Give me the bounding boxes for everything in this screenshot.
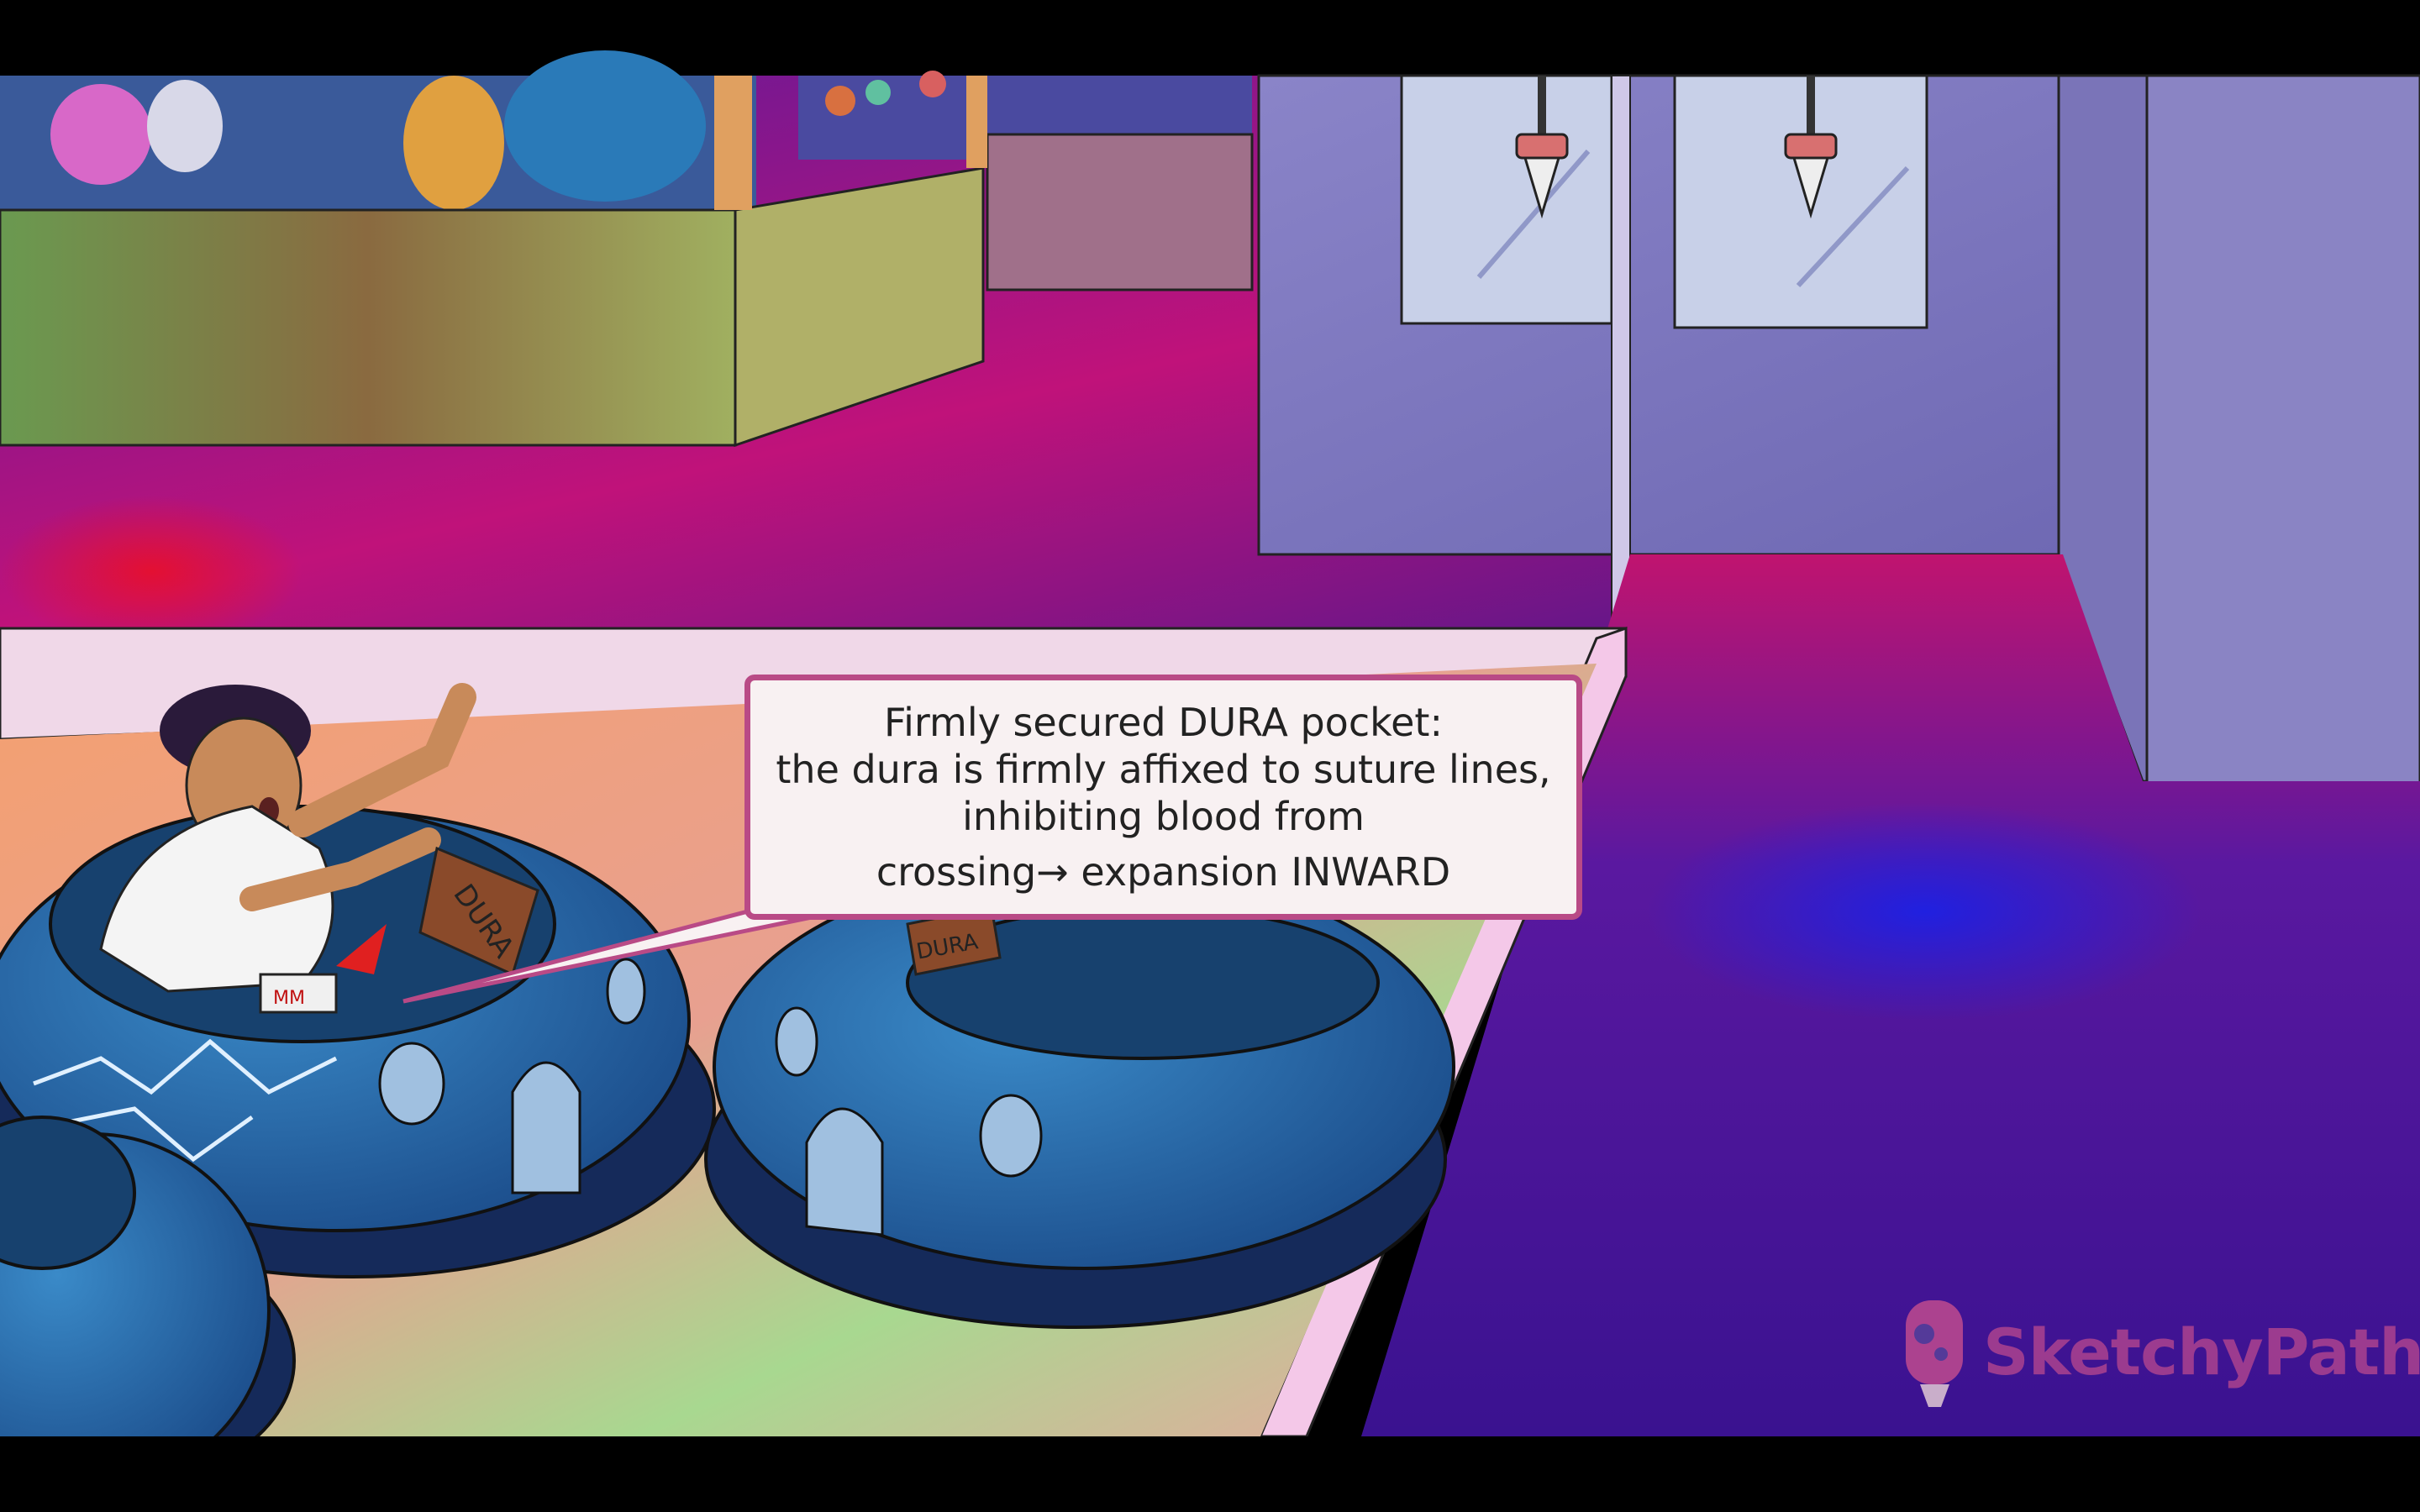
claw-window-right [1673,74,1928,329]
red-light-glow [0,496,302,647]
logo-text: SketchyPath [1983,1315,2420,1389]
caption-line-2: the dura is firmly affixed to suture lin… [776,747,1551,792]
plush-giraffe [403,76,504,210]
caption-line-3: inhibiting blood from [962,794,1365,839]
caption-box: Firmly secured DURA pocket: the dura is … [744,675,1582,920]
cup-label: MM [273,988,305,1009]
wall-pillar [1611,75,1631,631]
caption-line-1: Firmly secured DURA pocket: [884,700,1443,745]
letterbox-top [0,0,2420,76]
caption-line-4: crossing→ expansion INWARD [876,849,1451,895]
side-booth-base [986,133,1254,291]
plush-unicorn [50,84,151,185]
sketchypath-logo: SketchyPath [1903,1294,2420,1411]
bumper-car-empty [704,864,1455,1329]
blue-light-glow [1647,802,2202,1021]
prize-counter-front [0,208,737,447]
plush-elephant [504,50,706,202]
claw-window-left [1400,74,1613,325]
plush-bunny [147,80,223,172]
